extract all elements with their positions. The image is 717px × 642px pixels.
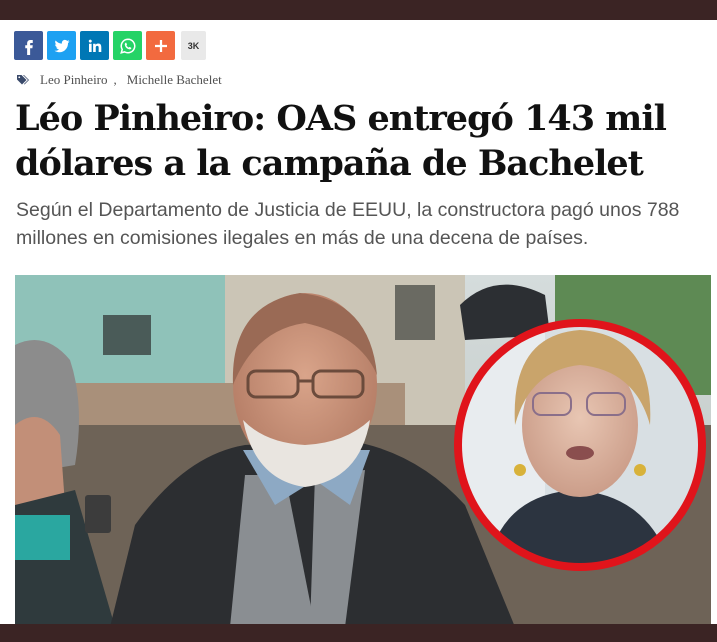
linkedin-share-button[interactable] xyxy=(80,31,109,60)
tag-separator: , xyxy=(113,72,117,87)
tag-michelle-bachelet[interactable]: Michelle Bachelet xyxy=(127,72,222,88)
article-headline: Léo Pinheiro: OAS entregó 143 mil dólare… xyxy=(15,98,667,184)
facebook-share-button[interactable] xyxy=(14,31,43,60)
twitter-share-button[interactable] xyxy=(47,31,76,60)
share-count: 3K xyxy=(181,31,206,60)
whatsapp-share-button[interactable] xyxy=(113,31,142,60)
whatsapp-icon xyxy=(119,37,135,54)
linkedin-icon xyxy=(88,39,101,52)
more-share-button[interactable] xyxy=(146,31,175,60)
tag-leo-pinheiro[interactable]: Leo Pinheiro xyxy=(40,72,108,88)
article-subtitle: Según el Departamento de Justicia de EEU… xyxy=(16,199,680,249)
share-bar: 3K xyxy=(14,31,206,60)
tag-list: Leo Pinheiro , Michelle Bachelet xyxy=(16,72,222,88)
article-photo xyxy=(15,275,711,624)
facebook-icon xyxy=(24,39,33,55)
plus-icon xyxy=(154,39,167,52)
twitter-icon xyxy=(54,39,69,52)
tag-icon xyxy=(17,75,29,85)
article-page: 3K Leo Pinheiro , Michelle Bachelet Léo … xyxy=(0,20,717,624)
